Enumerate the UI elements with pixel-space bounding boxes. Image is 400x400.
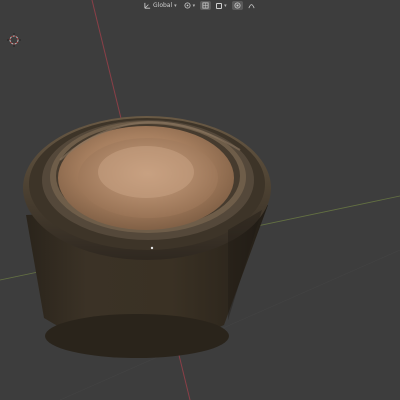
proportional-falloff-dropdown[interactable] <box>246 1 257 10</box>
proportional-edit-icon <box>234 2 241 9</box>
viewport-header-bar: Global ▾ ▾ ▾ <box>142 0 257 11</box>
transform-orientation-label: Global <box>153 2 173 9</box>
chevron-down-icon: ▾ <box>192 2 196 9</box>
falloff-curve-icon <box>248 4 255 9</box>
proportional-edit-toggle[interactable] <box>231 1 243 10</box>
pivot-point-icon <box>184 2 191 9</box>
transform-orientation-dropdown[interactable]: Global ▾ <box>142 1 179 10</box>
snap-icon <box>202 2 209 9</box>
bottle-cap-mesh[interactable] <box>23 116 271 358</box>
transform-orientation-icon <box>144 2 151 9</box>
pivot-point-dropdown[interactable]: ▾ <box>182 1 198 10</box>
chevron-down-icon: ▾ <box>224 2 227 9</box>
3d-viewport[interactable]: Global ▾ ▾ ▾ <box>0 0 400 400</box>
chevron-down-icon: ▾ <box>174 2 177 9</box>
snap-toggle[interactable] <box>200 1 212 10</box>
viewport-canvas[interactable] <box>0 0 400 400</box>
snap-target-dropdown[interactable]: ▾ <box>214 1 229 10</box>
snap-target-icon <box>216 2 223 9</box>
3d-cursor-icon[interactable] <box>7 33 21 47</box>
